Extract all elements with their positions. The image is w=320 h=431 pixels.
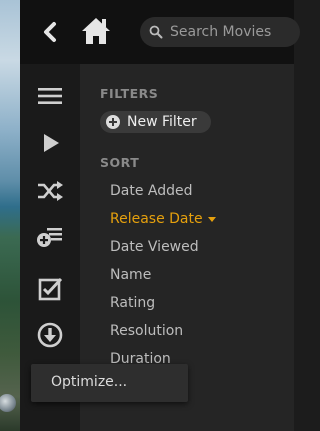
shuffle-button[interactable] — [35, 176, 65, 206]
search-box[interactable] — [140, 17, 300, 47]
filters-heading: FILTERS — [100, 86, 159, 101]
add-to-playlist-button[interactable] — [35, 223, 65, 253]
chevron-left-icon — [44, 22, 56, 42]
back-button[interactable] — [34, 16, 66, 48]
sort-item-date-added[interactable]: Date Added — [110, 183, 193, 199]
background-photo-strip — [0, 0, 20, 431]
background-rock — [0, 394, 16, 412]
search-input[interactable] — [170, 17, 300, 47]
sort-item-rating[interactable]: Rating — [110, 295, 155, 311]
select-button[interactable] — [35, 274, 65, 304]
sort-item-name[interactable]: Name — [110, 267, 151, 283]
sort-item-resolution[interactable]: Resolution — [110, 323, 183, 339]
top-bar — [20, 0, 300, 64]
context-menu: Optimize... — [31, 364, 188, 402]
new-filter-button[interactable]: New Filter — [100, 111, 211, 133]
download-icon — [37, 322, 63, 348]
add-playlist-icon — [37, 228, 62, 247]
checkbox-icon — [38, 277, 63, 301]
home-button[interactable] — [80, 14, 112, 48]
search-icon — [149, 25, 163, 39]
sort-heading: SORT — [100, 155, 140, 170]
play-button[interactable] — [35, 128, 65, 158]
plus-circle-icon — [106, 115, 120, 129]
play-icon — [44, 134, 59, 152]
menu-icon — [38, 88, 62, 104]
sort-item-date-viewed[interactable]: Date Viewed — [110, 239, 199, 255]
new-filter-label: New Filter — [127, 114, 197, 130]
home-icon — [82, 18, 110, 44]
menu-button[interactable] — [35, 81, 65, 111]
sort-item-release-date[interactable]: Release Date — [110, 211, 216, 227]
caret-down-icon — [207, 216, 216, 222]
optimize-menu-item[interactable]: Optimize... — [51, 374, 127, 390]
shuffle-icon — [38, 181, 63, 201]
download-button[interactable] — [35, 320, 65, 350]
